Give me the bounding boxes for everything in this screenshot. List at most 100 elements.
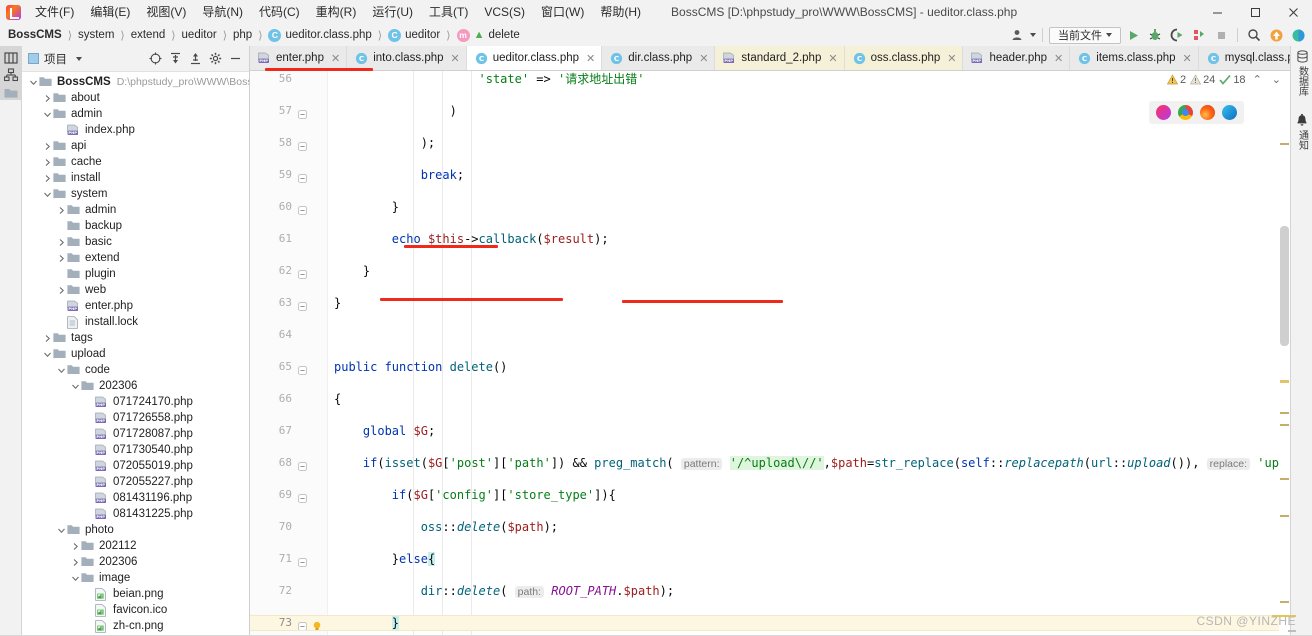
tree-node[interactable]: PHP 071726558.php <box>22 410 249 426</box>
code-line[interactable]: 73 } <box>250 615 1290 631</box>
search-everywhere-icon[interactable] <box>1244 25 1264 45</box>
chevron-down-icon[interactable] <box>28 77 39 88</box>
code-fold-icon[interactable] <box>298 554 307 567</box>
chevron-right-icon[interactable] <box>56 253 67 264</box>
run-with-coverage-icon[interactable] <box>1167 25 1187 45</box>
code-fold-icon[interactable] <box>298 138 307 151</box>
line-number[interactable]: 69 <box>250 487 292 503</box>
tree-node[interactable]: install <box>22 170 249 186</box>
editor-tab[interactable]: Citems.class.php ✕ <box>1070 46 1199 70</box>
line-number[interactable]: 57 <box>250 103 292 119</box>
close-tab-icon[interactable]: ✕ <box>947 52 956 65</box>
editor-tab[interactable]: Cueditor.class.php ✕ <box>466 46 603 70</box>
code-fold-icon[interactable] <box>298 490 307 503</box>
editor-tab[interactable]: Coss.class.php ✕ <box>844 46 964 70</box>
line-number[interactable]: 58 <box>250 135 292 151</box>
code-text[interactable]: 'state' => '请求地址出错' <box>334 71 645 87</box>
tree-node[interactable]: admin <box>22 106 249 122</box>
breadcrumb-item-root[interactable]: BossCMS <box>8 29 62 41</box>
code-lines[interactable]: 56 'state' => '请求地址出错' 57 ) 58 ); 59 break;… <box>250 71 1290 631</box>
intention-bulb-icon[interactable] <box>312 618 322 631</box>
tree-node[interactable]: zh-cn.png <box>22 618 249 634</box>
right-tool-strip[interactable]: 数据库 通知 <box>1290 46 1312 636</box>
code-fold-icon[interactable] <box>298 106 307 119</box>
window-controls[interactable] <box>1198 0 1312 24</box>
code-text[interactable]: } <box>334 263 370 279</box>
settings-gear-icon[interactable] <box>209 52 222 65</box>
code-line[interactable]: 68 if(isset($G['post']['path']) && preg_… <box>250 455 1290 471</box>
close-tab-icon[interactable]: ✕ <box>828 52 837 65</box>
code-text[interactable]: ) <box>334 103 457 119</box>
chevron-down-icon[interactable] <box>70 381 81 392</box>
editor-tab[interactable]: Cinto.class.php ✕ <box>347 46 467 70</box>
chevron-down-icon[interactable] <box>56 365 67 376</box>
menu-item-navigate[interactable]: 导航(N) <box>194 2 251 22</box>
code-text[interactable]: }else{ <box>334 551 436 567</box>
breadcrumb-item-php[interactable]: php <box>233 29 252 41</box>
tree-node[interactable]: api <box>22 138 249 154</box>
right-strip-item-notifications[interactable]: 通知 <box>1291 114 1312 150</box>
code-line[interactable]: 59 break; <box>250 167 1290 183</box>
code-line[interactable]: 65 public function delete() <box>250 359 1290 375</box>
locate-icon[interactable] <box>149 52 162 65</box>
inspection-widget[interactable]: 2 24 18 ⌃ ⌄ <box>1166 73 1284 86</box>
tree-node[interactable]: PHP 071724170.php <box>22 394 249 410</box>
code-line[interactable]: 71 }else{ <box>250 551 1290 567</box>
tree-node[interactable]: PHP 072055227.php <box>22 474 249 490</box>
code-line[interactable]: 67 global $G; <box>250 423 1290 439</box>
tree-node[interactable]: PHP 071730540.php <box>22 442 249 458</box>
chevron-down-icon[interactable] <box>42 349 53 360</box>
code-text[interactable]: if($G['config']['store_type']){ <box>334 487 616 503</box>
left-tool-strip[interactable] <box>0 46 22 636</box>
code-text[interactable]: break; <box>334 167 464 183</box>
tree-node[interactable]: beian.png <box>22 586 249 602</box>
close-tab-icon[interactable]: ✕ <box>699 52 708 65</box>
chevron-down-icon[interactable] <box>56 525 67 536</box>
scroll-marker[interactable] <box>1280 380 1289 383</box>
chevron-right-icon[interactable] <box>42 93 53 104</box>
line-number[interactable]: 65 <box>250 359 292 375</box>
editor-tab[interactable]: Cmysql.class.php✕ <box>1198 46 1290 70</box>
tree-node[interactable]: photo <box>22 522 249 538</box>
line-number[interactable]: 70 <box>250 519 292 535</box>
tree-node[interactable]: cache <box>22 154 249 170</box>
structure-icon[interactable] <box>3 68 19 82</box>
editor-vertical-scrollbar[interactable] <box>1279 96 1290 636</box>
line-number[interactable]: 56 <box>250 71 292 87</box>
folder-icon[interactable] <box>4 86 18 100</box>
scroll-marker[interactable] <box>1280 515 1289 517</box>
right-strip-item-database[interactable]: 数据库 <box>1291 50 1312 96</box>
close-tab-icon[interactable]: ✕ <box>586 52 595 65</box>
code-text[interactable]: { <box>334 391 341 407</box>
scroll-marker[interactable] <box>1280 143 1289 145</box>
code-line[interactable]: 57 ) <box>250 103 1290 119</box>
tree-node[interactable]: 202306 <box>22 554 249 570</box>
code-line[interactable]: 56 'state' => '请求地址出错' <box>250 71 1290 87</box>
line-number[interactable]: 62 <box>250 263 292 279</box>
menu-item-vcs[interactable]: VCS(S) <box>476 2 533 22</box>
line-number[interactable]: 73 <box>250 615 292 631</box>
stop-icon[interactable] <box>1211 25 1231 45</box>
code-text[interactable]: } <box>334 199 399 215</box>
code-text[interactable]: if(isset($G['post']['path']) && preg_mat… <box>334 455 1290 472</box>
close-tab-icon[interactable]: ✕ <box>1054 52 1063 65</box>
breadcrumb-item-ueditor-dir[interactable]: ueditor <box>182 29 217 41</box>
editor-tab[interactable]: PHP standard_2.php ✕ <box>715 46 845 70</box>
tree-node[interactable]: upload <box>22 346 249 362</box>
breadcrumb-item-file[interactable]: Cueditor.class.php <box>268 28 372 42</box>
menu-item-help[interactable]: 帮助(H) <box>592 2 649 22</box>
scrollbar-thumb[interactable] <box>1280 226 1289 346</box>
browser-launcher-popup[interactable] <box>1149 101 1244 124</box>
line-number[interactable]: 67 <box>250 423 292 439</box>
menu-bar[interactable]: 文件(F) 编辑(E) 视图(V) 导航(N) 代码(C) 重构(R) 运行(U… <box>27 0 649 24</box>
tree-node[interactable]: extend <box>22 250 249 266</box>
code-text[interactable]: dir::delete( path: ROOT_PATH.$path); <box>334 583 674 600</box>
menu-item-run[interactable]: 运行(U) <box>364 2 421 22</box>
run-icon[interactable] <box>1123 25 1143 45</box>
tree-node[interactable]: PHP index.php <box>22 122 249 138</box>
tree-node[interactable]: PHP 071728087.php <box>22 426 249 442</box>
scroll-marker[interactable] <box>1280 601 1289 603</box>
tree-node[interactable]: plugin <box>22 266 249 282</box>
chevron-right-icon[interactable] <box>42 141 53 152</box>
edge-icon[interactable] <box>1222 105 1237 120</box>
